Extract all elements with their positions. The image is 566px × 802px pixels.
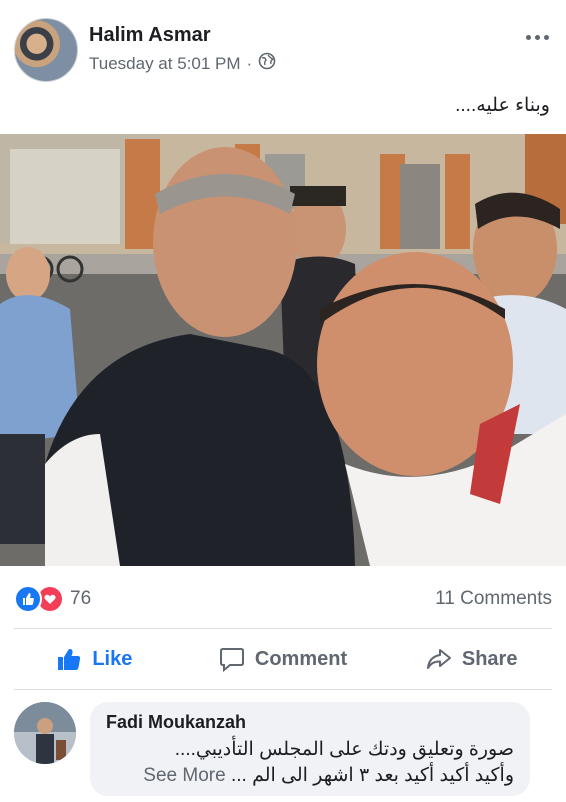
like-label: Like — [92, 647, 133, 670]
comment-icon — [219, 648, 244, 672]
comment-author[interactable]: Fadi Moukanzah — [106, 712, 246, 733]
share-icon — [426, 649, 451, 669]
reactions-summary[interactable]: 76 — [14, 585, 91, 613]
post-meta: Tuesday at 5:01 PM · — [89, 52, 276, 75]
comment-button[interactable]: Comment — [189, 630, 378, 688]
more-options-button[interactable] — [522, 26, 552, 48]
divider — [14, 628, 552, 629]
like-icon — [14, 585, 42, 613]
comment-label: Comment — [254, 647, 348, 670]
post-text: وبناء عليه.... — [455, 95, 550, 116]
post-timestamp[interactable]: Tuesday at 5:01 PM — [89, 54, 241, 74]
see-more-link[interactable]: See More — [143, 765, 225, 786]
comment-text-line2-body: وأكيد أكيد أكيد بعد ٣ اشهر الى الم ... — [230, 765, 514, 786]
comment-bubble: Fadi Moukanzah صورة وتعليق ودتك على المج… — [90, 702, 530, 796]
commenter-avatar[interactable] — [14, 702, 76, 764]
more-dots-icon — [525, 34, 531, 40]
post-author-name[interactable]: Halim Asmar — [89, 24, 211, 47]
share-label: Share — [461, 647, 518, 670]
comment-text-line1: صورة وتعليق ودتك على المجلس التأديبي.... — [174, 739, 514, 760]
reaction-count: 76 — [70, 588, 92, 609]
post-photo[interactable] — [0, 134, 566, 566]
comment-text-line2: وأكيد أكيد أكيد بعد ٣ اشهر الى الم ... S… — [143, 764, 514, 787]
like-button[interactable]: Like — [0, 630, 189, 688]
meta-separator: · — [246, 53, 253, 73]
author-avatar[interactable] — [14, 18, 78, 82]
comments-count-link[interactable]: 11 Comments — [435, 588, 552, 610]
thumbs-up-icon — [58, 648, 81, 670]
share-button[interactable]: Share — [377, 630, 566, 688]
post-actions: Like Comment Share — [0, 630, 566, 688]
divider — [14, 689, 552, 690]
globe-icon — [258, 52, 276, 75]
group-selfie-photo — [0, 134, 566, 566]
post-header: Halim Asmar Tuesday at 5:01 PM · — [0, 0, 566, 88]
